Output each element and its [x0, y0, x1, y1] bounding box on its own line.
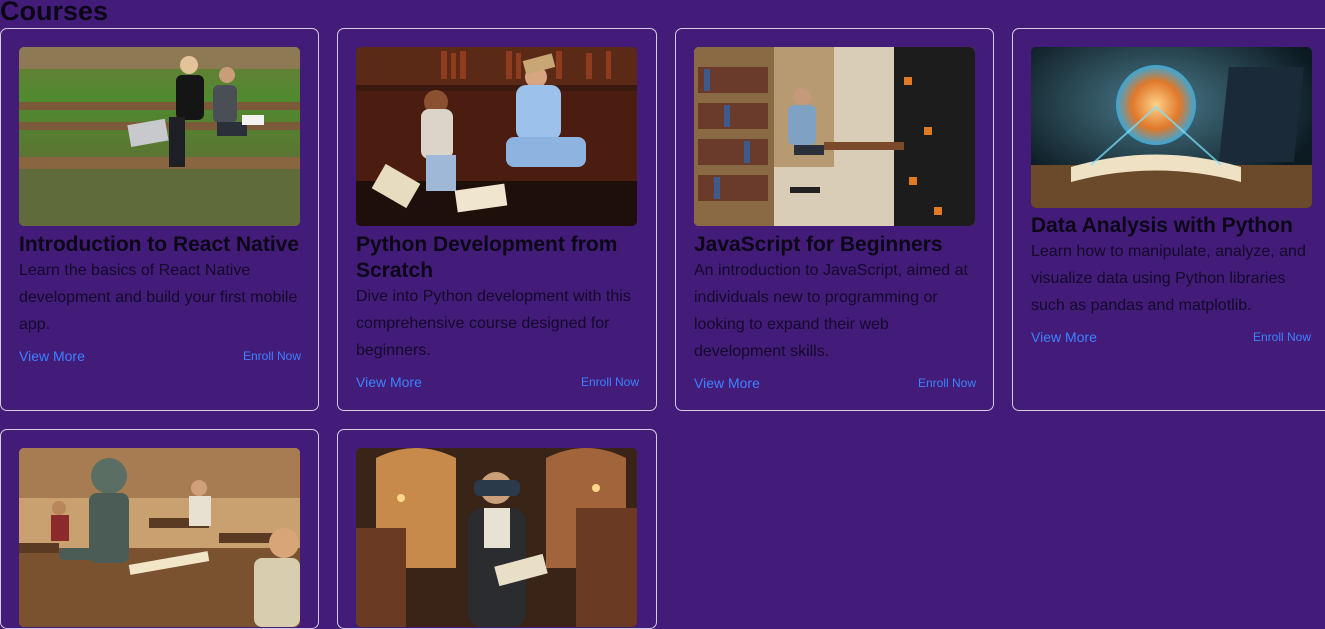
robot-classroom-image [19, 448, 300, 627]
vr-headset-library-image [356, 448, 637, 627]
course-image-python-dev [356, 47, 637, 226]
library-study-image [694, 47, 975, 226]
enroll-now-button[interactable]: Enroll Now [1253, 330, 1311, 344]
enroll-now-button[interactable]: Enroll Now [918, 376, 976, 390]
course-title: JavaScript for Beginners [694, 233, 943, 256]
view-more-link[interactable]: View More [356, 374, 422, 390]
course-card-react-native: Introduction to React Native Learn the b… [0, 28, 319, 411]
course-title: Data Analysis with Python [1031, 214, 1293, 237]
course-card-ai-classroom [0, 429, 319, 629]
course-card-javascript: JavaScript for Beginners An introduction… [675, 28, 994, 411]
course-card-data-analysis: Data Analysis with Python Learn how to m… [1012, 28, 1325, 411]
course-image-javascript [694, 47, 975, 226]
course-card-python-dev: Python Development from Scratch Dive int… [337, 28, 657, 411]
course-image-react-native [19, 47, 300, 226]
course-card-vr-library [337, 429, 657, 629]
enroll-now-button[interactable]: Enroll Now [243, 349, 301, 363]
course-description: An introduction to JavaScript, aimed at … [694, 262, 968, 360]
course-image-vr-library [356, 448, 637, 627]
view-more-link[interactable]: View More [1031, 329, 1097, 345]
enroll-now-button[interactable]: Enroll Now [581, 375, 639, 389]
course-description: Learn the basics of React Native develop… [19, 262, 298, 333]
glowing-globe-image [1031, 47, 1312, 208]
page-title: Courses [0, 0, 109, 26]
course-title: Python Development from Scratch [356, 233, 618, 282]
course-image-ai-classroom [19, 448, 300, 627]
course-title: Introduction to React Native [19, 233, 300, 256]
course-description: Learn how to manipulate, analyze, and vi… [1031, 243, 1306, 314]
view-more-link[interactable]: View More [694, 375, 760, 391]
course-image-data-analysis [1031, 47, 1312, 208]
course-description: Dive into Python development with this c… [356, 288, 631, 359]
park-bench-image [19, 47, 300, 226]
view-more-link[interactable]: View More [19, 348, 85, 364]
students-with-books-image [356, 47, 637, 226]
